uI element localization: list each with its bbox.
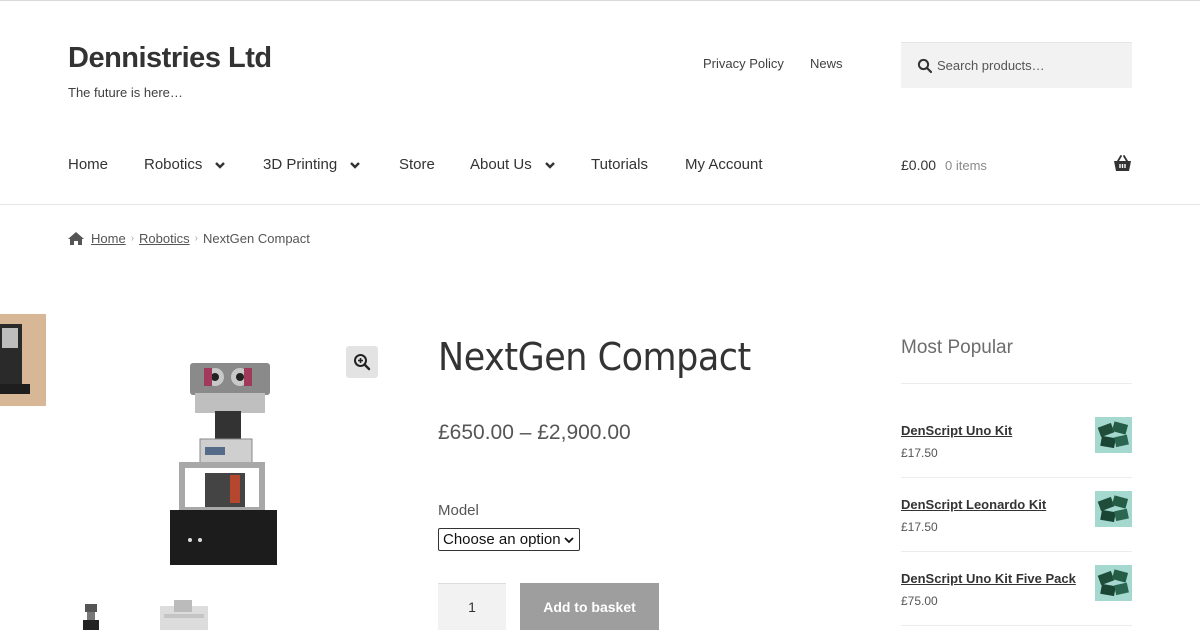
most-popular-title: Most Popular (901, 337, 1013, 358)
add-to-basket-button[interactable]: Add to basket (520, 583, 659, 630)
popular-item: DenScript Leonardo Kit £17.50 (901, 491, 1132, 557)
nav-about-us-label: About Us (470, 156, 532, 173)
popular-item-thumbnail[interactable] (1095, 417, 1132, 453)
search-icon (917, 58, 933, 74)
widget-divider (901, 477, 1132, 478)
breadcrumb-current: NextGen Compact (202, 231, 310, 246)
gallery-thumbnail-2[interactable] (160, 600, 208, 630)
popular-item-name[interactable]: DenScript Uno Kit (901, 423, 1012, 438)
popular-item-price: £17.50 (901, 520, 938, 534)
news-link[interactable]: News (810, 56, 843, 71)
breadcrumb: Home › Robotics › NextGen Compact (68, 231, 310, 246)
nav-my-account-label: My Account (685, 156, 763, 173)
popular-item: DenScript Uno Kit £17.50 (901, 417, 1132, 483)
search-placeholder: Search products… (937, 58, 1045, 73)
chevron-down-icon (564, 537, 574, 544)
header-divider (0, 204, 1200, 205)
breadcrumb-home[interactable]: Home (91, 231, 126, 246)
site-title[interactable]: Dennistries Ltd (68, 42, 272, 75)
nav-robotics-label: Robotics (144, 156, 203, 173)
gallery-side-image[interactable] (0, 314, 46, 406)
nav-tutorials[interactable]: Tutorials (591, 156, 648, 173)
home-icon (68, 232, 84, 245)
chevron-down-icon (215, 161, 226, 169)
popular-item-thumbnail[interactable] (1095, 565, 1132, 601)
product-price: £650.00 – £2,900.00 (438, 421, 631, 444)
zoom-button[interactable] (346, 346, 378, 378)
model-label: Model (438, 502, 479, 519)
privacy-policy-link[interactable]: Privacy Policy (703, 56, 784, 71)
nav-robotics[interactable]: Robotics (144, 156, 226, 173)
widget-divider (901, 383, 1132, 384)
nav-3d-printing-label: 3D Printing (263, 156, 338, 173)
popular-item-price: £75.00 (901, 594, 938, 608)
quantity-input[interactable]: 1 (438, 583, 506, 630)
chevron-down-icon (350, 161, 361, 169)
breadcrumb-separator: › (130, 233, 135, 244)
product-image-robot[interactable] (160, 355, 285, 575)
model-select[interactable]: Choose an option (438, 528, 580, 551)
search-input[interactable]: Search products… (901, 42, 1132, 88)
cart-total[interactable]: £0.00 (901, 157, 936, 173)
widget-divider (901, 551, 1132, 552)
model-select-value: Choose an option (443, 531, 561, 548)
nav-store-label: Store (399, 156, 435, 173)
popular-item-thumbnail[interactable] (1095, 491, 1132, 527)
nav-store[interactable]: Store (399, 156, 435, 173)
site-tagline: The future is here… (68, 85, 183, 100)
widget-divider (901, 625, 1132, 626)
nav-about-us[interactable]: About Us (470, 156, 556, 173)
nav-tutorials-label: Tutorials (591, 156, 648, 173)
zoom-icon (354, 354, 371, 371)
basket-icon[interactable] (1113, 155, 1132, 172)
gallery-thumbnail-1[interactable] (78, 602, 104, 630)
popular-item: DenScript Uno Kit Five Pack £75.00 (901, 565, 1132, 630)
nav-3d-printing[interactable]: 3D Printing (263, 156, 361, 173)
nav-home[interactable]: Home (68, 156, 108, 173)
chevron-down-icon (544, 161, 555, 169)
top-border (0, 0, 1200, 1)
popular-item-price: £17.50 (901, 446, 938, 460)
cart-count[interactable]: 0 items (945, 158, 987, 173)
nav-home-label: Home (68, 156, 109, 173)
breadcrumb-separator: › (194, 233, 198, 244)
nav-my-account[interactable]: My Account (685, 156, 763, 173)
popular-item-name[interactable]: DenScript Uno Kit Five Pack (901, 571, 1076, 586)
breadcrumb-robotics[interactable]: Robotics (139, 231, 190, 246)
product-title: NextGen Compact (438, 335, 751, 379)
popular-item-name[interactable]: DenScript Leonardo Kit (901, 497, 1046, 512)
